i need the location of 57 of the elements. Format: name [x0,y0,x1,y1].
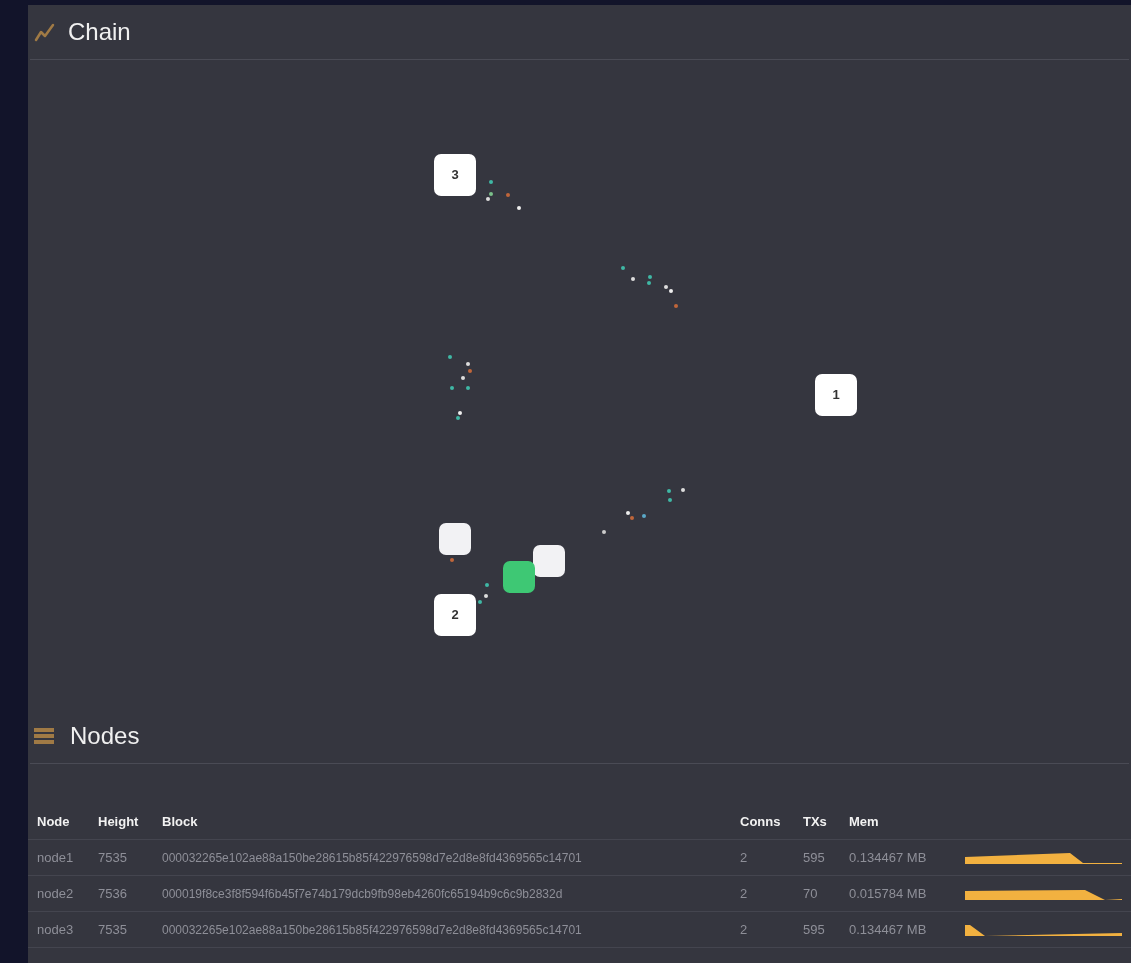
transaction-dot [668,498,672,502]
transaction-dot [450,558,454,562]
column-header: Mem [849,812,880,831]
block-node[interactable] [439,523,471,555]
conns-value: 2 [740,848,749,867]
transaction-dot [642,514,646,518]
block-hash: 000019f8ce3f8f594f6b45f7e74b179dcb9fb98eb4260fc65194b9c6c9b2832d [162,885,564,903]
transaction-dot [517,206,521,210]
transaction-dot [484,594,488,598]
node-name: node2 [37,884,75,903]
transaction-dot [681,488,685,492]
column-header: Conns [740,812,782,831]
list-icon [34,727,54,744]
peer-node[interactable]: 3 [434,154,476,196]
transaction-dot [602,530,606,534]
column-header: Block [162,812,199,831]
peer-node[interactable]: 2 [434,594,476,636]
transaction-dot [667,489,671,493]
column-header: Node [37,812,71,831]
transaction-dot [489,180,493,184]
transaction-dot [466,362,470,366]
height-value: 7535 [98,848,128,867]
transaction-dot [631,277,635,281]
mem-value: 0.134467 MB [849,920,928,939]
transaction-dot [621,266,625,270]
transaction-dot [461,376,465,380]
transaction-dot [506,193,510,197]
txs-value: 595 [803,848,826,867]
mem-value: 0.134467 MB [849,848,928,867]
height-value: 7536 [98,884,128,903]
transaction-dot [448,355,452,359]
conns-value: 2 [740,920,749,939]
column-header: Height [98,812,140,831]
block-node[interactable] [533,545,565,577]
txs-value: 70 [803,884,819,903]
peer-node[interactable]: 1 [815,374,857,416]
height-value: 7535 [98,920,128,939]
block-hash: 000032265e102ae88a150be28615b85f422976598d7e2d8e8fd4369565c14701 [162,849,583,867]
mem-value: 0.015784 MB [849,884,928,903]
transaction-dot [485,583,489,587]
transaction-dot [674,304,678,308]
block-node[interactable] [503,561,535,593]
node-name: node1 [37,848,75,867]
txs-value: 595 [803,920,826,939]
line-chart-icon [34,22,56,42]
transaction-dot [468,369,472,373]
section-title: Chain [68,17,131,47]
transaction-dot [648,275,652,279]
block-hash: 000032265e102ae88a150be28615b85f422976598d7e2d8e8fd4369565c14701 [162,921,583,939]
transaction-dot [450,386,454,390]
node-name: node3 [37,920,75,939]
column-header: TXs [803,812,828,831]
conns-value: 2 [740,884,749,903]
transaction-dot [478,600,482,604]
transaction-dot [466,386,470,390]
transaction-dot [647,281,651,285]
section-title: Nodes [70,720,140,751]
